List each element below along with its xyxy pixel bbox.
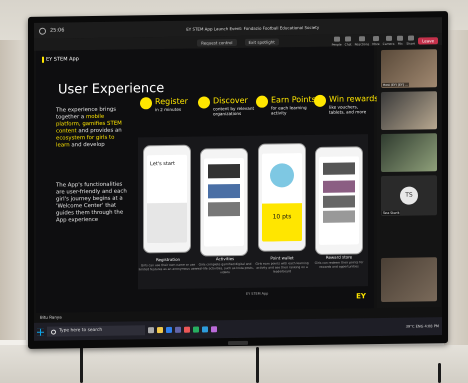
teams-icon[interactable] bbox=[175, 326, 181, 333]
meeting-title: EY STEM App Launch Event: Fondazio Footb… bbox=[186, 24, 320, 32]
windows-start-icon[interactable] bbox=[37, 328, 44, 336]
mic-icon bbox=[397, 35, 404, 41]
app-icon[interactable] bbox=[202, 326, 208, 333]
tv-screen: 25:06 EY STEM App Launch Event: Fondazio… bbox=[34, 17, 442, 341]
file-explorer-icon[interactable] bbox=[157, 327, 163, 334]
phone-keyboard bbox=[147, 202, 187, 244]
slide-paragraph-2: The App's functionalities are user-frien… bbox=[56, 181, 127, 224]
rewards-icon bbox=[314, 94, 326, 107]
floor bbox=[0, 345, 468, 383]
share-icon bbox=[407, 35, 414, 41]
mic-button[interactable]: Mic bbox=[397, 35, 404, 46]
points-icon bbox=[256, 95, 268, 108]
exit-spotlight-button[interactable]: Exit spotlight bbox=[244, 37, 279, 46]
system-tray: 39°C ENG 4:08 PM bbox=[405, 324, 439, 329]
register-icon bbox=[140, 97, 152, 110]
reactions-button[interactable]: Reactions bbox=[355, 36, 369, 46]
television: 25:06 EY STEM App Launch Event: Fondazio… bbox=[28, 11, 448, 349]
taskbar-search[interactable]: Type here to search bbox=[47, 325, 145, 337]
tv-cable bbox=[256, 347, 259, 383]
share-button[interactable]: Share bbox=[406, 35, 415, 46]
more-button[interactable]: More bbox=[372, 36, 380, 46]
step-register: Register in 2 minutes bbox=[140, 97, 195, 112]
task-view-icon[interactable] bbox=[148, 327, 154, 334]
app-icon[interactable] bbox=[193, 326, 199, 333]
phone-mockup-rewards bbox=[315, 146, 363, 255]
shared-slide: EY STEM App User Experience The experien… bbox=[36, 46, 378, 313]
presenter-name: Bitu Ranya bbox=[40, 314, 62, 320]
avatar: TS bbox=[400, 186, 418, 205]
tv-cable bbox=[438, 363, 441, 383]
participant-video[interactable] bbox=[381, 91, 437, 131]
app-icon[interactable] bbox=[211, 326, 217, 333]
points-value: 10 pts bbox=[262, 203, 302, 242]
app-badge: EY STEM App bbox=[42, 56, 79, 63]
phone-mockup-discover bbox=[200, 147, 248, 257]
reactions-icon bbox=[358, 36, 365, 42]
step-win-rewards: Win rewards like vouchers, tablets, and … bbox=[314, 94, 378, 115]
leave-button[interactable]: Leave bbox=[418, 36, 438, 44]
phone-mockup-points: 10 pts bbox=[258, 143, 306, 252]
shield-icon bbox=[39, 27, 46, 35]
caption-point-wallet: Point wallet Girls earn points with each … bbox=[255, 255, 309, 274]
slide-paragraph-1: The experience brings together a mobile … bbox=[56, 106, 122, 149]
tv-brand-logo bbox=[228, 340, 248, 346]
windows-taskbar: Type here to search 39°C ENG 4:08 PM bbox=[34, 317, 442, 341]
caption-registration: Registration Girls can use their own name… bbox=[138, 256, 198, 272]
people-button[interactable]: People bbox=[332, 36, 342, 47]
step-discover: Discover content by relevant organizatio… bbox=[198, 96, 254, 116]
caption-reward-store: Reward store Girls can redeem their point… bbox=[314, 254, 364, 269]
slide-footer: EY STEM App bbox=[246, 291, 269, 296]
chat-button[interactable]: Chat bbox=[345, 36, 352, 47]
meeting-timer: 25:06 bbox=[50, 27, 65, 34]
ey-logo: EY bbox=[356, 292, 366, 301]
photo-scene: 25:06 EY STEM App Launch Event: Fondazio… bbox=[0, 0, 468, 383]
participant-gallery: Host (EY) [EY] ... TS Tess Skarik bbox=[377, 45, 441, 309]
step-earn-points: Earn Points for each learning activity bbox=[256, 95, 316, 116]
participant-video[interactable]: Host (EY) [EY] ... bbox=[381, 49, 437, 89]
wall-left bbox=[0, 40, 26, 340]
participant-video[interactable] bbox=[381, 133, 437, 173]
phone-heading: Let's start bbox=[150, 160, 175, 168]
request-control-button[interactable]: Request control bbox=[197, 38, 237, 47]
more-icon bbox=[372, 36, 379, 42]
phone-mockup-register: Let's start bbox=[143, 144, 191, 254]
caption-activities: Activities Girls complete gamified digita… bbox=[196, 256, 254, 275]
steps-panel: Register in 2 minutes Discover content b… bbox=[138, 94, 378, 290]
tv-cable bbox=[80, 347, 83, 383]
discover-icon bbox=[198, 96, 210, 109]
camera-button[interactable]: Camera bbox=[383, 35, 394, 46]
camera-icon bbox=[385, 35, 392, 41]
app-icon[interactable] bbox=[184, 326, 190, 333]
participant-avatar-tile[interactable]: TS Tess Skarik bbox=[381, 175, 437, 217]
people-icon bbox=[333, 36, 340, 42]
edge-icon[interactable] bbox=[166, 326, 172, 334]
participant-video[interactable] bbox=[381, 257, 437, 303]
chat-icon bbox=[345, 36, 352, 42]
slide-title: User Experience bbox=[58, 81, 165, 98]
